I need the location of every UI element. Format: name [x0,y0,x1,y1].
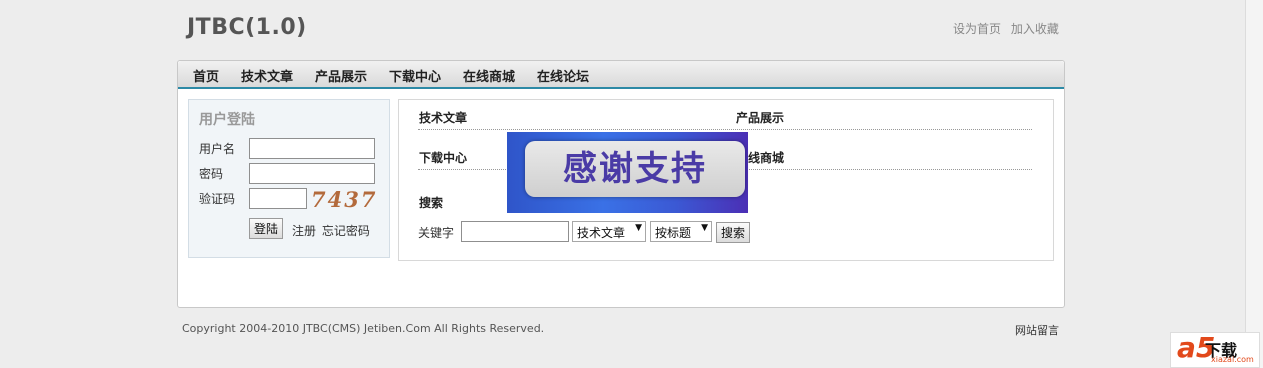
username-input[interactable] [249,138,375,159]
add-favorite-link[interactable]: 加入收藏 [1011,22,1059,36]
captcha-label: 验证码 [199,192,236,206]
nav-item-shop[interactable]: 在线商城 [463,66,515,85]
nav-bar: 首页 技术文章 产品展示 下载中心 在线商城 在线论坛 [178,61,1064,89]
category-select-value: 技术文章 [577,226,626,240]
search-title: 搜索 [419,196,444,210]
captcha-input[interactable] [249,188,307,209]
login-title: 用户登陆 [199,112,255,128]
divider [418,129,1032,130]
set-homepage-link[interactable]: 设为首页 [953,22,1001,36]
search-button[interactable]: 搜索 [716,222,751,243]
search-field-select-value: 按标题 [655,226,692,240]
dropdown-arrow-icon: ▼ [701,223,708,233]
login-panel: 用户登陆 用户名 密码 验证码 7437 登陆 注册 忘记密码 [188,99,390,258]
keyword-input[interactable] [461,221,569,242]
captcha-image: 7437 [311,187,378,212]
top-links: 设为首页 加入收藏 [953,20,1065,37]
nav-item-articles[interactable]: 技术文章 [241,66,293,85]
password-input[interactable] [249,163,375,184]
login-links: 注册 忘记密码 [292,222,372,239]
keyword-label: 关键字 [418,226,455,240]
category-select[interactable]: 技术文章 ▼ [572,221,646,242]
register-link[interactable]: 注册 [292,224,316,238]
guestbook-link[interactable]: 网站留言 [1015,322,1059,338]
forgot-password-link[interactable]: 忘记密码 [322,224,370,238]
thanks-overlay-banner: 感谢支持 [507,132,748,213]
login-button[interactable]: 登陆 [249,218,284,239]
vertical-scrollbar[interactable] [1245,0,1263,368]
watermark-site: xiazai.com [1211,355,1254,364]
nav-item-forum[interactable]: 在线论坛 [537,66,589,85]
section-articles[interactable]: 技术文章 [419,109,467,126]
thanks-overlay-text: 感谢支持 [525,141,745,197]
nav-item-home[interactable]: 首页 [193,66,219,85]
dropdown-arrow-icon: ▼ [635,223,642,233]
footer-copyright: Copyright 2004-2010 JTBC(CMS) Jetiben.Co… [182,322,545,335]
search-field-select[interactable]: 按标题 ▼ [650,221,712,242]
site-title: JTBC(1.0) [187,15,307,40]
watermark-logo: a5 下载 xiazai.com [1170,331,1260,368]
section-products[interactable]: 产品展示 [736,109,784,126]
section-downloads[interactable]: 下载中心 [419,149,467,166]
password-label: 密码 [199,167,224,181]
username-label: 用户名 [199,142,236,156]
nav-item-products[interactable]: 产品展示 [315,66,367,85]
nav-item-downloads[interactable]: 下载中心 [389,66,441,85]
